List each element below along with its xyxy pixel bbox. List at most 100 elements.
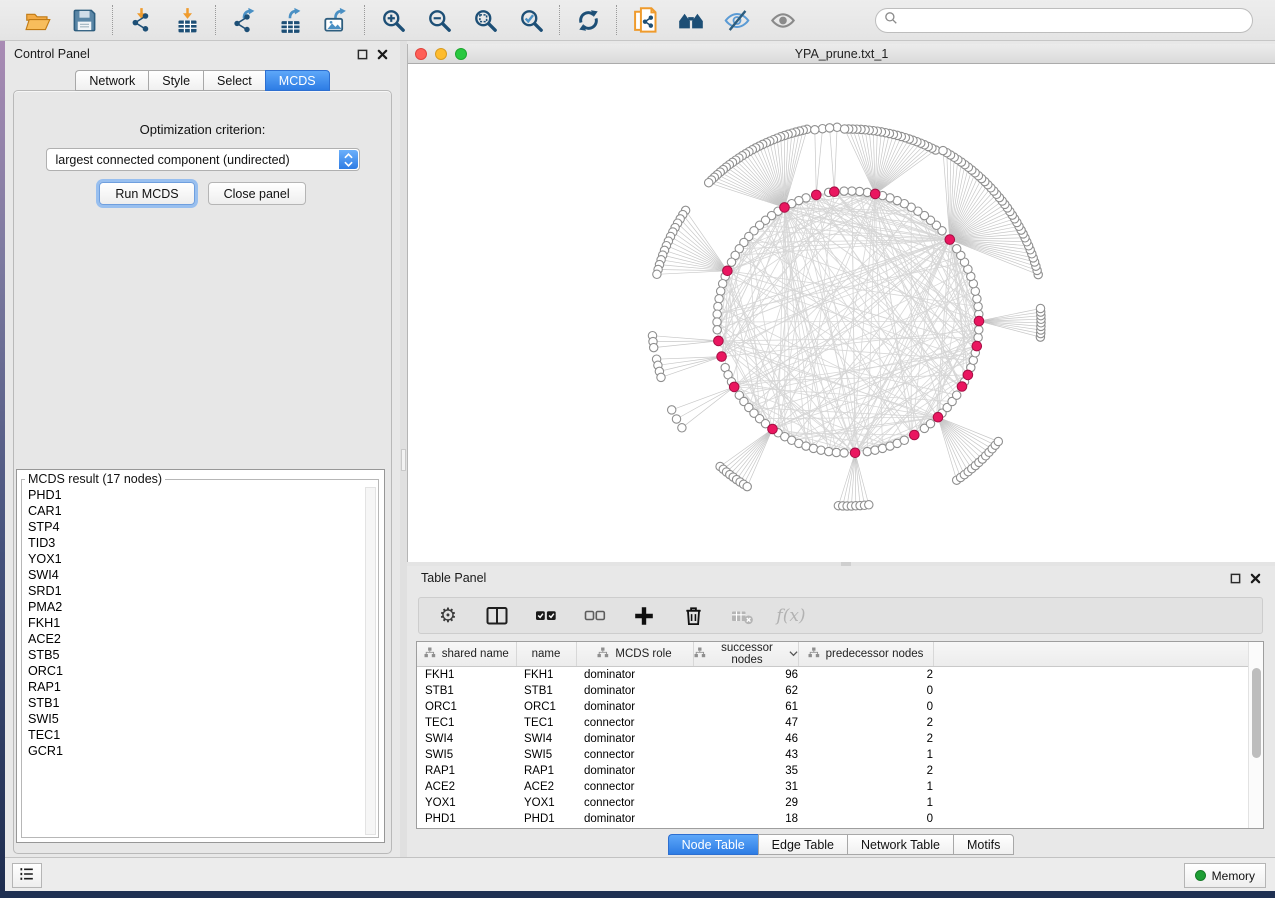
mcds-result-scrollbar[interactable] bbox=[365, 487, 376, 835]
mcds-node-item[interactable]: STB1 bbox=[24, 695, 363, 711]
add-column-icon[interactable] bbox=[632, 604, 656, 628]
hide-panels-icon[interactable] bbox=[723, 6, 751, 34]
column-header-MCDS-role[interactable]: MCDS role bbox=[576, 642, 693, 667]
tab-style[interactable]: Style bbox=[148, 70, 203, 91]
export-network-icon[interactable] bbox=[230, 6, 258, 34]
tab-network-table[interactable]: Network Table bbox=[847, 834, 953, 855]
network-window-titlebar[interactable]: YPA_prune.txt_1 bbox=[408, 44, 1275, 64]
app-window: Control Panel NetworkStyleSelectMCDS Opt… bbox=[0, 0, 1275, 898]
close-panel-icon[interactable] bbox=[377, 49, 388, 60]
table-row[interactable]: FKH1FKH1dominator962 bbox=[417, 667, 1250, 683]
deselect-all-rows-icon[interactable] bbox=[583, 604, 607, 628]
show-hide-panels-button[interactable] bbox=[12, 863, 42, 888]
table-row[interactable]: ACE2ACE2connector311 bbox=[417, 779, 1250, 795]
table-options-icon[interactable]: ⚙ bbox=[436, 604, 460, 628]
tab-edge-table[interactable]: Edge Table bbox=[758, 834, 847, 855]
table-row[interactable]: SWI4SWI4dominator462 bbox=[417, 731, 1250, 747]
mcds-node-item[interactable]: ACE2 bbox=[24, 631, 363, 647]
mcds-node-item[interactable]: STP4 bbox=[24, 519, 363, 535]
table-panel-titlebar: Table Panel bbox=[407, 566, 1275, 590]
toggle-panel-layout-icon[interactable] bbox=[485, 604, 509, 628]
mcds-node-item[interactable]: TID3 bbox=[24, 535, 363, 551]
table-row[interactable]: RAP1RAP1dominator352 bbox=[417, 763, 1250, 779]
search-box[interactable] bbox=[875, 8, 1253, 33]
tab-mcds[interactable]: MCDS bbox=[265, 70, 330, 91]
zoom-selected-icon[interactable] bbox=[517, 6, 545, 34]
vertical-splitter[interactable] bbox=[400, 41, 407, 857]
zoom-fit-icon[interactable] bbox=[471, 6, 499, 34]
network-view-window: YPA_prune.txt_1 bbox=[407, 44, 1275, 562]
mcds-node-item[interactable]: STB5 bbox=[24, 647, 363, 663]
mcds-hub-node bbox=[780, 203, 790, 213]
close-panel-button[interactable]: Close panel bbox=[208, 182, 306, 205]
mcds-node-item[interactable]: FKH1 bbox=[24, 615, 363, 631]
save-session-icon[interactable] bbox=[70, 6, 98, 34]
mcds-node-item[interactable]: SWI4 bbox=[24, 567, 363, 583]
status-bar: Memory bbox=[5, 857, 1275, 891]
float-panel-icon[interactable] bbox=[357, 49, 368, 60]
import-table-icon[interactable] bbox=[173, 6, 201, 34]
memory-button[interactable]: Memory bbox=[1184, 863, 1266, 888]
mcds-node-item[interactable]: RAP1 bbox=[24, 679, 363, 695]
table-scrollbar[interactable] bbox=[1248, 642, 1263, 828]
search-network-icon[interactable] bbox=[677, 6, 705, 34]
table-row[interactable]: STB1STB1dominator620 bbox=[417, 683, 1250, 699]
mcds-hub-node bbox=[717, 352, 727, 362]
mcds-hub-node bbox=[963, 370, 973, 380]
main-toolbar bbox=[0, 0, 1275, 41]
close-window-icon[interactable] bbox=[415, 48, 427, 60]
tab-select[interactable]: Select bbox=[203, 70, 265, 91]
table-row[interactable]: TEC1TEC1connector472 bbox=[417, 715, 1250, 731]
tab-node-table[interactable]: Node Table bbox=[668, 834, 758, 855]
attribute-type-icon bbox=[424, 647, 436, 661]
mcds-node-item[interactable]: PHD1 bbox=[24, 487, 363, 503]
mcds-hub-node bbox=[812, 190, 822, 200]
mcds-node-item[interactable]: TEC1 bbox=[24, 727, 363, 743]
mcds-hub-node bbox=[870, 189, 880, 199]
network-canvas[interactable] bbox=[408, 64, 1275, 562]
mcds-node-item[interactable]: PMA2 bbox=[24, 599, 363, 615]
float-table-panel-icon[interactable] bbox=[1230, 573, 1241, 584]
network-file-icon[interactable] bbox=[631, 6, 659, 34]
maximize-window-icon[interactable] bbox=[455, 48, 467, 60]
import-network-icon[interactable] bbox=[127, 6, 155, 34]
export-image-icon[interactable] bbox=[322, 6, 350, 34]
run-mcds-button[interactable]: Run MCDS bbox=[99, 182, 194, 205]
tab-motifs[interactable]: Motifs bbox=[953, 834, 1014, 855]
zoom-in-icon[interactable] bbox=[379, 6, 407, 34]
export-table-icon[interactable] bbox=[276, 6, 304, 34]
mcds-node-item[interactable]: ORC1 bbox=[24, 663, 363, 679]
select-all-rows-icon[interactable] bbox=[534, 604, 558, 628]
mcds-node-item[interactable]: SWI5 bbox=[24, 711, 363, 727]
memory-status-icon bbox=[1195, 870, 1206, 881]
delete-column-icon[interactable] bbox=[681, 604, 705, 628]
table-row[interactable]: ORC1ORC1dominator610 bbox=[417, 699, 1250, 715]
close-table-panel-icon[interactable] bbox=[1250, 573, 1261, 584]
mcds-node-item[interactable]: GCR1 bbox=[24, 743, 363, 759]
zoom-out-icon[interactable] bbox=[425, 6, 453, 34]
search-icon bbox=[884, 11, 898, 30]
column-header-predecessor-nodes[interactable]: predecessor nodes bbox=[798, 642, 933, 667]
vertical-splitter-handle[interactable] bbox=[401, 449, 406, 471]
mcds-hub-node bbox=[910, 430, 920, 440]
function-builder-icon: f(x) bbox=[779, 604, 803, 628]
refresh-view-icon[interactable] bbox=[574, 6, 602, 34]
column-header-successor-nodes[interactable]: successor nodes bbox=[693, 642, 798, 667]
table-row[interactable]: PHD1PHD1dominator180 bbox=[417, 811, 1250, 827]
show-panels-icon[interactable] bbox=[769, 6, 797, 34]
criterion-select[interactable]: largest connected component (undirected) bbox=[46, 148, 360, 171]
mcds-node-item[interactable]: YOX1 bbox=[24, 551, 363, 567]
mcds-node-item[interactable]: CAR1 bbox=[24, 503, 363, 519]
mcds-hub-node bbox=[714, 336, 724, 346]
table-scrollbar-thumb[interactable] bbox=[1252, 668, 1261, 758]
mcds-hub-node bbox=[729, 382, 739, 392]
minimize-window-icon[interactable] bbox=[435, 48, 447, 60]
table-row[interactable]: SWI5SWI5connector431 bbox=[417, 747, 1250, 763]
open-file-icon[interactable] bbox=[24, 6, 52, 34]
mcds-node-item[interactable]: SRD1 bbox=[24, 583, 363, 599]
search-input[interactable] bbox=[898, 13, 1244, 29]
column-header-shared-name[interactable]: shared name bbox=[417, 642, 516, 667]
table-row[interactable]: YOX1YOX1connector291 bbox=[417, 795, 1250, 811]
column-header-name[interactable]: name bbox=[516, 642, 576, 667]
tab-network[interactable]: Network bbox=[75, 70, 148, 91]
